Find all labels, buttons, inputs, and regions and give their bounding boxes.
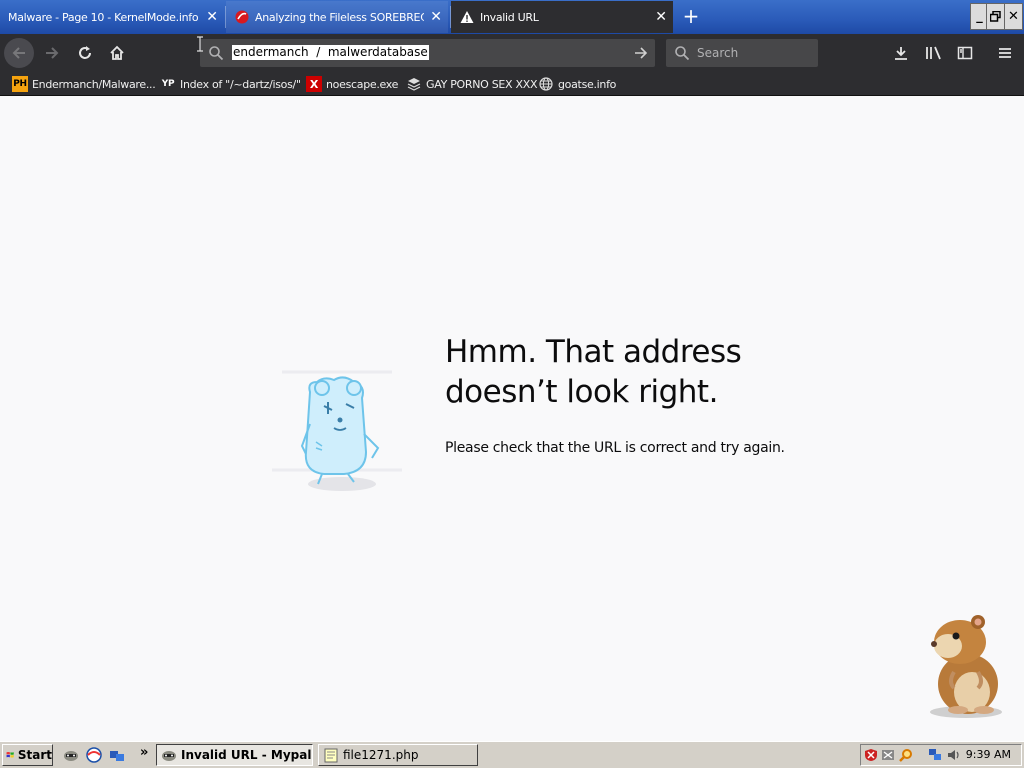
home-button[interactable] bbox=[102, 38, 132, 68]
search-bar[interactable]: Search bbox=[666, 39, 818, 67]
tab-title: Invalid URL bbox=[480, 10, 539, 24]
sidebar-button[interactable] bbox=[950, 38, 980, 68]
trend-micro-icon bbox=[234, 9, 250, 25]
x-icon: X bbox=[306, 76, 322, 92]
close-icon: ✕ bbox=[1008, 9, 1019, 24]
quick-launch-overflow-button[interactable]: » bbox=[140, 745, 148, 760]
notepad-icon bbox=[324, 748, 338, 763]
bookmark-dartz-isos[interactable]: YP Index of "/~dartz/isos/" bbox=[160, 75, 301, 93]
search-input[interactable]: Search bbox=[697, 46, 738, 60]
windows-logo-icon bbox=[6, 751, 14, 758]
close-window-button[interactable]: ✕ bbox=[1004, 3, 1023, 30]
back-button[interactable] bbox=[4, 38, 34, 68]
bookmark-label: goatse.info bbox=[558, 77, 617, 91]
warning-icon bbox=[459, 9, 475, 25]
error-title-line: doesn’t look right. bbox=[445, 374, 718, 410]
navigation-toolbar: endermanch / malwerdatabase Search bbox=[0, 34, 1024, 72]
tab-strip: Malware - Page 10 - KernelMode.info ✕ An… bbox=[0, 0, 1024, 34]
bookmark-label: Index of "/~dartz/isos/" bbox=[180, 77, 301, 91]
sidebar-icon bbox=[957, 46, 973, 60]
tab-kernelmode[interactable]: Malware - Page 10 - KernelMode.info ✕ bbox=[0, 1, 224, 33]
tab-sorebrect[interactable]: Analyzing the Fileless SOREBRECT ✕ bbox=[226, 1, 448, 33]
text-cursor-icon bbox=[197, 36, 203, 52]
search-icon[interactable] bbox=[898, 747, 914, 763]
taskbar-item-label: Invalid URL - Mypal bbox=[181, 748, 312, 762]
clock: 9:39 AM bbox=[965, 748, 1011, 761]
taskbar-item-mypal[interactable]: Invalid URL - Mypal bbox=[156, 744, 313, 766]
restore-button[interactable] bbox=[986, 3, 1005, 30]
close-icon[interactable]: ✕ bbox=[649, 9, 673, 25]
restore-icon bbox=[990, 11, 1001, 22]
url-bar[interactable]: endermanch / malwerdatabase bbox=[200, 39, 655, 67]
arrow-right-icon[interactable] bbox=[633, 45, 649, 61]
library-icon bbox=[926, 46, 941, 60]
url-input[interactable]: endermanch / malwerdatabase bbox=[232, 45, 429, 60]
hamster-desktop-pet[interactable] bbox=[918, 612, 1010, 722]
error-title-line: Hmm. That address bbox=[445, 334, 742, 370]
tab-title: Malware - Page 10 - KernelMode.info bbox=[8, 10, 199, 24]
bookmark-gay-porno[interactable]: GAY PORNO SEX XXX bbox=[406, 75, 538, 93]
taskbar-item-label: file1271.php bbox=[343, 748, 419, 762]
quick-launch-network-icon[interactable] bbox=[108, 746, 126, 764]
quick-launch-browser-icon[interactable] bbox=[85, 746, 103, 764]
error-title: Hmm. That address doesn’t look right. bbox=[445, 332, 845, 412]
arrow-right-icon bbox=[46, 47, 59, 59]
library-button[interactable] bbox=[919, 38, 949, 68]
downloads-button[interactable] bbox=[886, 38, 916, 68]
arrow-left-icon bbox=[12, 47, 25, 59]
system-tray: 9:39 AM bbox=[860, 744, 1022, 766]
bookmark-label: GAY PORNO SEX XXX bbox=[426, 77, 538, 91]
volume-icon[interactable] bbox=[945, 747, 961, 763]
quick-launch-raccoon-icon[interactable] bbox=[62, 746, 80, 764]
forward-button[interactable] bbox=[37, 38, 67, 68]
reload-button[interactable] bbox=[70, 38, 100, 68]
shield-icon[interactable] bbox=[863, 747, 879, 763]
confused-gopher-illustration bbox=[272, 370, 402, 491]
taskbar: Start » Invalid URL - Mypal file1271.php bbox=[0, 741, 1024, 768]
bookmarks-toolbar: PH Endermanch/Malware... YP Index of "/~… bbox=[0, 72, 1024, 96]
start-label: Start bbox=[17, 748, 52, 762]
taskbar-item-file1271[interactable]: file1271.php bbox=[318, 744, 478, 766]
minimize-icon: _ bbox=[976, 9, 983, 24]
new-tab-button[interactable]: + bbox=[680, 5, 702, 27]
globe-icon bbox=[538, 76, 554, 92]
download-icon bbox=[895, 47, 907, 60]
stack-icon bbox=[406, 76, 422, 92]
settings-icon[interactable] bbox=[880, 747, 896, 763]
menu-button[interactable] bbox=[990, 38, 1020, 68]
hamburger-icon bbox=[999, 48, 1011, 58]
tab-title: Analyzing the Fileless SOREBRECT bbox=[255, 10, 424, 24]
search-icon bbox=[675, 46, 690, 61]
close-icon[interactable]: ✕ bbox=[424, 9, 448, 25]
bookmark-label: noescape.exe bbox=[326, 77, 399, 91]
search-icon bbox=[209, 46, 224, 61]
yp-icon: YP bbox=[161, 79, 175, 89]
pornhub-icon: PH bbox=[12, 76, 28, 92]
network-icon[interactable] bbox=[927, 747, 943, 763]
start-button[interactable]: Start bbox=[2, 744, 53, 766]
reload-icon bbox=[79, 46, 91, 59]
bookmark-noescape[interactable]: X noescape.exe bbox=[306, 75, 398, 93]
home-icon bbox=[110, 45, 124, 60]
bookmark-label: Endermanch/Malware... bbox=[32, 77, 156, 91]
bookmark-goatse[interactable]: goatse.info bbox=[538, 75, 616, 93]
mypal-icon bbox=[162, 751, 176, 761]
error-description: Please check that the URL is correct and… bbox=[445, 440, 785, 456]
close-icon[interactable]: ✕ bbox=[200, 9, 224, 25]
tab-invalid-url[interactable]: Invalid URL ✕ bbox=[451, 1, 673, 33]
bookmark-endermanch[interactable]: PH Endermanch/Malware... bbox=[12, 75, 156, 93]
